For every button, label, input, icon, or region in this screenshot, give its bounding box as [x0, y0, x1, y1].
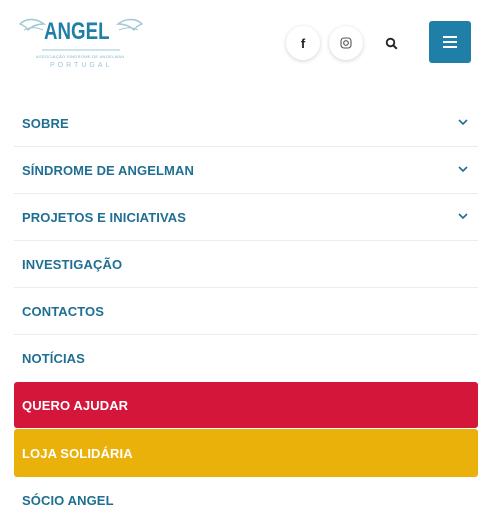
nav-item-sindrome-de-angelman[interactable]: SÍNDROME DE ANGELMAN	[14, 147, 478, 194]
hamburger-menu-button[interactable]	[429, 21, 471, 63]
nav-item-quero-ajudar[interactable]: QUERO AJUDAR	[14, 382, 478, 428]
nav-item-label: SOBRE	[22, 115, 69, 131]
search-icon	[385, 37, 398, 50]
nav-item-loja-solidaria[interactable]: LOJA SOLIDÁRIA	[14, 429, 478, 477]
mobile-nav-menu: SOBRE SÍNDROME DE ANGELMAN PROJETOS E IN…	[14, 100, 478, 513]
logo-country: PORTUGAL	[50, 62, 113, 69]
nav-item-sobre[interactable]: SOBRE	[14, 100, 478, 147]
nav-item-label: NOTÍCIAS	[22, 351, 85, 366]
nav-item-label: CONTACTOS	[22, 303, 105, 319]
logo-text: ANGEL	[44, 18, 110, 45]
nav-item-label: LOJA SOLIDÁRIA	[22, 445, 133, 461]
nav-item-label: QUERO AJUDAR	[22, 397, 129, 413]
nav-item-contactos[interactable]: CONTACTOS	[14, 288, 478, 335]
chevron-down-icon[interactable]	[458, 166, 468, 173]
nav-item-projetos-e-iniciativas[interactable]: PROJETOS E INICIATIVAS	[14, 194, 478, 241]
logo-tagline: ASSOCIAÇÃO SÍNDROME DE ANGELMAN	[36, 54, 125, 59]
nav-item-investigacao[interactable]: INVESTIGAÇÃO	[14, 241, 478, 288]
instagram-button[interactable]	[329, 26, 363, 60]
chevron-down-icon[interactable]	[458, 213, 468, 220]
nav-item-label: SÍNDROME DE ANGELMAN	[22, 162, 194, 178]
angel-logo[interactable]: ANGEL ASSOCIAÇÃO SÍNDROME DE ANGELMAN PO…	[16, 10, 146, 70]
facebook-button[interactable]: f	[286, 26, 320, 60]
nav-item-label: PROJETOS E INICIATIVAS	[22, 209, 187, 225]
nav-item-noticias[interactable]: NOTÍCIAS	[14, 335, 478, 382]
nav-item-label: SÓCIO ANGEL	[22, 493, 114, 508]
hamburger-menu-icon	[443, 36, 457, 48]
site-header: ANGEL ASSOCIAÇÃO SÍNDROME DE ANGELMAN PO…	[0, 0, 478, 92]
instagram-icon	[340, 37, 352, 49]
search-button[interactable]	[374, 26, 408, 60]
page: ANGEL ASSOCIAÇÃO SÍNDROME DE ANGELMAN PO…	[0, 0, 478, 513]
facebook-icon: f	[300, 35, 306, 51]
nav-item-label: INVESTIGAÇÃO	[22, 256, 123, 272]
chevron-down-icon[interactable]	[458, 119, 468, 126]
nav-item-socio-angel[interactable]: SÓCIO ANGEL	[14, 477, 478, 513]
